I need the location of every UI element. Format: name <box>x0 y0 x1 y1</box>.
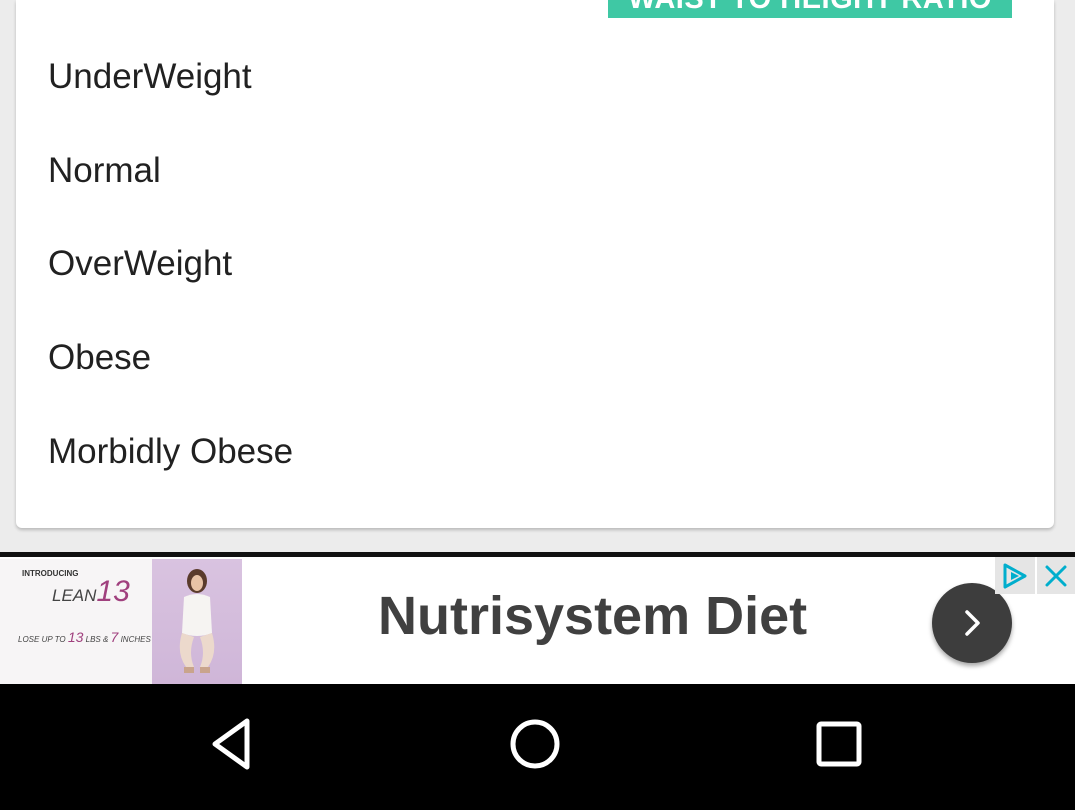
adchoices-icon <box>1003 563 1027 588</box>
ad-model-photo <box>152 559 242 684</box>
ad-title[interactable]: Nutrisystem Diet <box>378 585 807 647</box>
home-button[interactable] <box>505 714 565 774</box>
screen: WAIST TO HEIGHT RATIO UnderWeight Normal… <box>0 0 1075 810</box>
ad-thumb-tag-prefix: LOSE UP TO <box>18 635 66 644</box>
category-dialog: WAIST TO HEIGHT RATIO UnderWeight Normal… <box>16 0 1054 528</box>
ad-thumb-brand: LEAN13 <box>52 575 130 609</box>
category-list: UnderWeight Normal OverWeight Obese Morb… <box>16 30 1054 498</box>
back-button[interactable] <box>202 714 262 774</box>
system-navigation-bar <box>0 684 1075 810</box>
option-obese[interactable]: Obese <box>16 311 1054 405</box>
ad-thumb-lbs: LBS & <box>85 635 109 644</box>
option-overweight[interactable]: OverWeight <box>16 217 1054 311</box>
chevron-right-icon <box>965 610 980 636</box>
ad-thumb-brand-number: 13 <box>96 575 130 608</box>
option-morbidly-obese[interactable]: Morbidly Obese <box>16 405 1054 499</box>
ad-thumb-inches-number: 7 <box>110 629 119 645</box>
close-icon <box>1045 565 1067 586</box>
ad-thumb-tagline: LOSE UP TO 13 LBS & 7 INCHES <box>18 629 151 645</box>
ad-thumb-lbs-number: 13 <box>67 629 84 645</box>
home-icon <box>510 719 560 769</box>
model-figure-icon <box>179 569 215 673</box>
ad-close-button[interactable] <box>1037 557 1075 594</box>
adchoices-button[interactable] <box>995 557 1035 594</box>
option-underweight[interactable]: UnderWeight <box>16 30 1054 124</box>
waist-to-height-ratio-button[interactable]: WAIST TO HEIGHT RATIO <box>608 0 1012 18</box>
ad-thumbnail[interactable]: INTRODUCING LEAN13 LOSE UP TO 13 LBS & 7… <box>0 559 242 684</box>
ad-thumb-brand-word: LEAN <box>52 586 97 605</box>
ad-banner[interactable]: INTRODUCING LEAN13 LOSE UP TO 13 LBS & 7… <box>0 552 1075 684</box>
recents-button[interactable] <box>809 714 869 774</box>
ad-thumbnail-text: INTRODUCING LEAN13 LOSE UP TO 13 LBS & 7… <box>0 559 152 684</box>
ad-go-button[interactable] <box>932 583 1012 663</box>
ad-thumb-inches: INCHES <box>120 635 151 644</box>
option-normal[interactable]: Normal <box>16 124 1054 218</box>
back-icon <box>212 718 250 770</box>
recents-icon <box>816 721 862 767</box>
